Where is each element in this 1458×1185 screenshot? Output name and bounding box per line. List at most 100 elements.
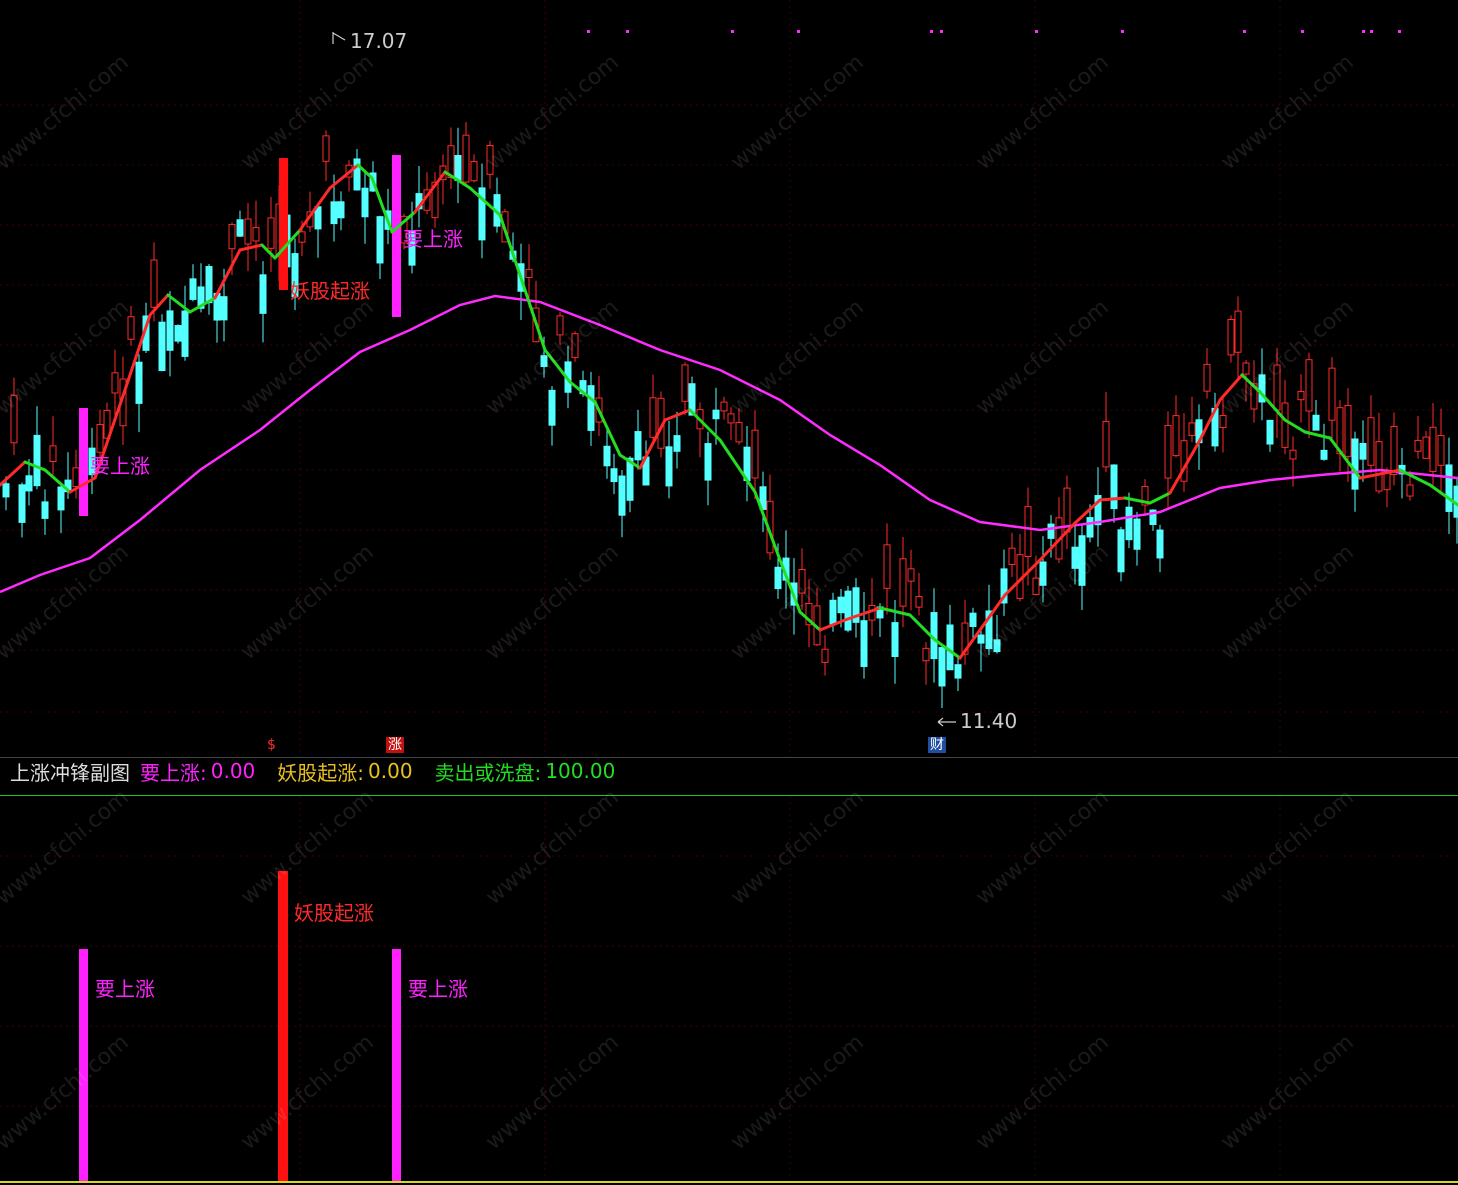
candle-body — [259, 274, 267, 314]
top-tick-mark — [1398, 30, 1401, 33]
candle-body — [330, 201, 338, 225]
event-marker-zhang[interactable]: 涨 — [386, 737, 404, 753]
top-tick-mark — [797, 30, 800, 33]
signal-bar-yaogu — [279, 158, 288, 290]
top-tick-mark — [731, 30, 734, 33]
candle-body — [1445, 464, 1453, 512]
legend-yaogu-value: 0.00 — [368, 759, 413, 783]
indicator-legend: 上涨冲锋副图 要上涨: 0.00 妖股起涨: 0.00 卖出或洗盘: 100.0… — [0, 757, 1458, 785]
candle-body — [1234, 310, 1242, 353]
candle-body — [322, 135, 330, 162]
legend-sell-value: 100.00 — [545, 759, 616, 783]
candle-body — [1422, 436, 1430, 459]
candle-body — [548, 389, 556, 426]
candle-body — [946, 624, 954, 671]
candle-body — [649, 397, 657, 438]
candle-body — [1180, 440, 1188, 482]
candle-body — [1156, 529, 1164, 559]
low-price-label: 11.40 — [960, 709, 1018, 733]
candle-body — [244, 218, 252, 245]
candle-body — [298, 231, 306, 243]
candle-body — [1219, 415, 1227, 429]
candle-body — [837, 596, 845, 614]
candle-body — [1172, 415, 1180, 457]
candle-body — [1102, 420, 1110, 468]
candle-body — [267, 217, 275, 249]
candle-body — [844, 590, 852, 631]
candle-body — [704, 443, 712, 481]
top-tick-mark — [1370, 30, 1373, 33]
candle-body — [712, 409, 720, 420]
top-tick-mark — [1243, 30, 1246, 33]
candle-body — [236, 219, 244, 237]
candle-body — [1367, 417, 1375, 466]
candle-body — [1110, 464, 1118, 510]
sub-label-yao2: 要上涨 — [408, 977, 468, 1001]
candle-body — [922, 647, 930, 662]
candle-body — [1047, 523, 1055, 539]
event-marker-dollar[interactable]: $ — [265, 737, 278, 753]
candle-body — [96, 424, 104, 453]
legend-yaogu-label: 妖股起涨: — [277, 760, 365, 785]
signal-label-yao1: 要上涨 — [90, 454, 150, 478]
candle-body — [1188, 422, 1196, 436]
signal-label-yao2: 要上涨 — [403, 227, 463, 251]
sub-label-yaogu: 妖股起涨 — [294, 901, 374, 925]
candle-body — [899, 558, 907, 607]
candle-body — [1414, 439, 1422, 452]
candle-body — [1320, 449, 1328, 460]
candle-body — [2, 483, 10, 498]
candle-body — [938, 647, 946, 687]
candle-body — [603, 445, 611, 467]
candle-body — [174, 325, 182, 342]
candle-body — [1008, 547, 1016, 566]
top-tick-mark — [1301, 30, 1304, 33]
candle-body — [1039, 561, 1047, 586]
candle-body — [454, 154, 462, 181]
candle-body — [1344, 405, 1352, 457]
candle-body — [72, 467, 80, 487]
candle-body — [618, 475, 626, 516]
event-marker-cai[interactable]: 财 — [928, 737, 946, 753]
indicator-name[interactable]: 上涨冲锋副图 — [10, 757, 130, 786]
candle-body — [228, 224, 236, 250]
candle-body — [969, 612, 977, 627]
candle-body — [57, 486, 65, 511]
candle-body — [1133, 518, 1141, 550]
candle-body — [1086, 517, 1094, 538]
candle-body — [915, 596, 923, 608]
candle-body — [1266, 419, 1274, 445]
candle-body — [462, 134, 470, 183]
candle-body — [1328, 367, 1336, 421]
candle-body — [1125, 506, 1133, 541]
sub-bar-yao2 — [392, 949, 401, 1183]
candle-body — [1375, 441, 1383, 492]
candle-body — [33, 434, 41, 487]
candle-body — [883, 544, 891, 589]
top-tick-mark — [930, 30, 933, 33]
candle-body — [41, 501, 49, 519]
candle-body — [181, 310, 189, 357]
candle-body — [610, 468, 618, 483]
candle-body — [954, 664, 962, 679]
candle-body — [907, 568, 915, 582]
candle-body — [1359, 442, 1367, 460]
candle-body — [18, 484, 26, 523]
legend-yao-value: 0.00 — [210, 759, 256, 783]
top-tick-mark — [1121, 30, 1124, 33]
candle-body — [774, 566, 782, 590]
candlesticks — [2, 121, 1458, 708]
top-tick-mark — [940, 30, 943, 33]
legend-yao-label: 要上涨: — [140, 760, 207, 785]
candle-body — [1297, 390, 1305, 401]
top-tick-mark — [626, 30, 629, 33]
legend-sell-label: 卖出或洗盘: — [434, 760, 542, 785]
candle-body — [353, 158, 361, 191]
candle-body — [751, 429, 759, 479]
candle-body — [166, 310, 174, 351]
candle-body — [1305, 359, 1313, 412]
candle-body — [1289, 449, 1297, 460]
candle-body — [1164, 425, 1172, 479]
top-tick-mark — [587, 30, 590, 33]
candle-body — [860, 620, 868, 668]
